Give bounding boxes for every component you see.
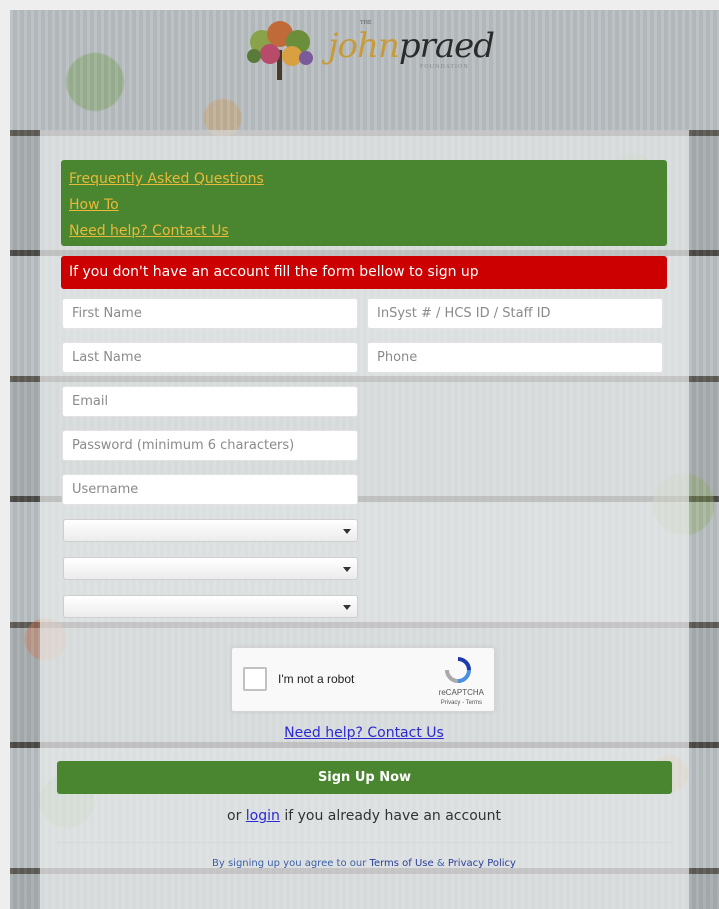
- chevron-down-icon: [343, 605, 351, 610]
- how-to-link[interactable]: How To: [69, 197, 119, 213]
- select-dropdown-3[interactable]: [63, 595, 358, 618]
- recaptcha-checkbox[interactable]: [243, 667, 267, 691]
- help-links-panel: Frequently Asked Questions How To Need h…: [61, 160, 667, 246]
- terms-agreement: By signing up you agree to our Terms of …: [212, 858, 516, 869]
- recaptcha-icon: [445, 657, 471, 683]
- divider: [57, 842, 672, 843]
- logo-subtitle: FOUNDATION: [420, 64, 469, 70]
- need-help-link[interactable]: Need help? Contact Us: [0, 725, 719, 741]
- terms-of-use-link[interactable]: Terms of Use: [370, 858, 434, 869]
- tree-logo-icon: [247, 21, 313, 80]
- sign-up-button[interactable]: Sign Up Now: [57, 761, 672, 794]
- login-link[interactable]: login: [246, 808, 280, 824]
- logo-wordmark: johnpraed: [328, 26, 495, 66]
- phone-input[interactable]: [367, 342, 663, 373]
- password-input[interactable]: [62, 430, 358, 461]
- chevron-down-icon: [343, 529, 351, 534]
- john-praed-logo: THE johnpraed FOUNDATION: [240, 20, 500, 84]
- recaptcha-brand: reCAPTCHA: [438, 688, 484, 697]
- insyst-id-input[interactable]: [367, 298, 663, 329]
- contact-us-link[interactable]: Need help? Contact Us: [69, 223, 229, 239]
- email-input[interactable]: [62, 386, 358, 417]
- recaptcha-label: I'm not a robot: [278, 672, 355, 686]
- faq-link[interactable]: Frequently Asked Questions: [69, 171, 264, 187]
- signup-alert: If you don't have an account fill the fo…: [61, 256, 667, 289]
- privacy-policy-link[interactable]: Privacy Policy: [448, 858, 516, 869]
- username-input[interactable]: [62, 474, 358, 505]
- recaptcha-terms[interactable]: Privacy - Terms: [441, 700, 482, 706]
- select-dropdown-2[interactable]: [63, 557, 358, 580]
- select-dropdown-1[interactable]: [63, 519, 358, 542]
- first-name-input[interactable]: [62, 298, 358, 329]
- last-name-input[interactable]: [62, 342, 358, 373]
- recaptcha-widget: I'm not a robot reCAPTCHA Privacy - Term…: [231, 647, 495, 712]
- chevron-down-icon: [343, 567, 351, 572]
- login-prompt: or login if you already have an account: [227, 808, 501, 824]
